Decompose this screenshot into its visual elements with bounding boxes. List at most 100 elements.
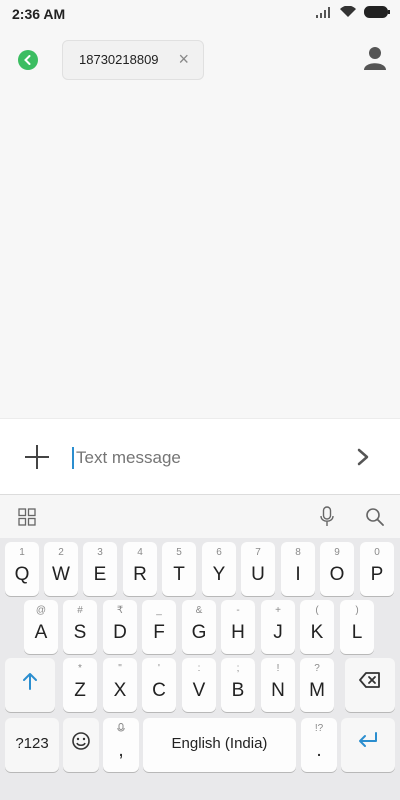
spacebar[interactable]: English (India) bbox=[143, 718, 296, 772]
key-label: Q bbox=[14, 564, 30, 585]
key-hint: & bbox=[195, 605, 203, 616]
attach-plus-icon[interactable] bbox=[25, 445, 49, 469]
key-hint: 9 bbox=[334, 547, 340, 558]
key-hint: ; bbox=[236, 663, 240, 674]
grid-icon[interactable] bbox=[14, 504, 40, 530]
key-w[interactable]: 2W bbox=[44, 542, 78, 596]
key-label: , bbox=[118, 740, 124, 761]
key-label: G bbox=[191, 622, 207, 643]
key-label: J bbox=[273, 622, 283, 643]
key-label: U bbox=[251, 564, 265, 585]
key-label: V bbox=[192, 680, 206, 701]
key-hint: ? bbox=[314, 663, 320, 674]
key-hint: ' bbox=[158, 663, 160, 674]
recipient-chip[interactable]: 18730218809 × bbox=[62, 40, 204, 80]
key-hint: : bbox=[197, 663, 201, 674]
key-hint: @ bbox=[35, 605, 47, 616]
period-key[interactable]: !? . bbox=[301, 718, 337, 772]
message-composer bbox=[0, 418, 400, 495]
key-m[interactable]: ? M bbox=[300, 658, 334, 712]
key-r[interactable]: 4R bbox=[123, 542, 157, 596]
key-label: T bbox=[173, 564, 185, 585]
key-label: L bbox=[351, 622, 363, 643]
key-label: Z bbox=[74, 680, 86, 701]
key-label: M bbox=[309, 680, 325, 701]
key-label: O bbox=[329, 564, 345, 585]
key-a[interactable]: @ A bbox=[24, 600, 58, 654]
key-l[interactable]: ) L bbox=[340, 600, 374, 654]
key-label: R bbox=[133, 564, 147, 585]
status-bar: 2:36 AM bbox=[0, 0, 400, 30]
wifi-icon bbox=[340, 6, 356, 17]
key-y[interactable]: 6Y bbox=[202, 542, 236, 596]
key-hint: ! bbox=[276, 663, 280, 674]
key-p[interactable]: 0P bbox=[360, 542, 394, 596]
text-cursor bbox=[72, 447, 74, 469]
key-label: H bbox=[231, 622, 245, 643]
send-chevron-icon[interactable] bbox=[356, 447, 370, 467]
symbols-label: ?123 bbox=[15, 735, 49, 752]
key-j[interactable]: + J bbox=[261, 600, 295, 654]
key-t[interactable]: 5T bbox=[162, 542, 196, 596]
key-label: B bbox=[231, 680, 245, 701]
key-hint: 3 bbox=[97, 547, 103, 558]
shift-arrow-icon bbox=[5, 671, 55, 691]
enter-icon bbox=[341, 731, 395, 749]
key-o[interactable]: 9O bbox=[320, 542, 354, 596]
key-label: X bbox=[113, 680, 127, 701]
key-n[interactable]: ! N bbox=[261, 658, 295, 712]
key-h[interactable]: -H bbox=[221, 600, 255, 654]
symbols-key[interactable]: ?123 bbox=[5, 718, 59, 772]
key-label: K bbox=[310, 622, 324, 643]
back-button[interactable] bbox=[18, 50, 38, 70]
key-v[interactable]: :V bbox=[182, 658, 216, 712]
key-label: P bbox=[370, 564, 384, 585]
key-x[interactable]: " X bbox=[103, 658, 137, 712]
key-hint: ₹ bbox=[116, 605, 124, 616]
key-label: . bbox=[316, 740, 322, 761]
enter-key[interactable] bbox=[341, 718, 395, 772]
key-label: N bbox=[271, 680, 285, 701]
key-e[interactable]: 3E bbox=[83, 542, 117, 596]
key-q[interactable]: 1Q bbox=[5, 542, 39, 596]
chevron-left-icon bbox=[24, 55, 31, 65]
recipient-number: 18730218809 bbox=[79, 52, 159, 67]
key-label: D bbox=[113, 622, 127, 643]
key-hint: 7 bbox=[255, 547, 261, 558]
key-label: S bbox=[73, 622, 87, 643]
key-hint: 2 bbox=[58, 547, 64, 558]
battery-icon bbox=[364, 6, 390, 18]
remove-recipient-icon[interactable]: × bbox=[178, 50, 189, 68]
backspace-key[interactable] bbox=[345, 658, 395, 712]
contact-icon[interactable] bbox=[364, 46, 386, 70]
backspace-icon bbox=[345, 671, 395, 689]
key-label: C bbox=[152, 680, 166, 701]
key-k[interactable]: (K bbox=[300, 600, 334, 654]
emoji-key[interactable] bbox=[63, 718, 99, 772]
conversation-header: 18730218809 × bbox=[0, 30, 400, 90]
key-d[interactable]: ₹ D bbox=[103, 600, 137, 654]
key-hint: 4 bbox=[137, 547, 143, 558]
key-label: A bbox=[34, 622, 48, 643]
key-c[interactable]: ' C bbox=[142, 658, 176, 712]
message-input[interactable] bbox=[76, 447, 336, 469]
key-label: W bbox=[52, 564, 70, 585]
key-hint: 6 bbox=[216, 547, 222, 558]
key-label: F bbox=[153, 622, 165, 643]
search-icon[interactable] bbox=[362, 504, 388, 530]
mic-icon[interactable] bbox=[314, 504, 340, 530]
key-s[interactable]: # S bbox=[63, 600, 97, 654]
spacebar-label: English (India) bbox=[171, 735, 268, 752]
status-icons bbox=[316, 6, 390, 18]
message-list bbox=[0, 90, 400, 418]
comma-key[interactable]: , bbox=[103, 718, 139, 772]
key-f[interactable]: _ F bbox=[142, 600, 176, 654]
shift-key[interactable] bbox=[5, 658, 55, 712]
key-b[interactable]: ; B bbox=[221, 658, 255, 712]
key-g[interactable]: & G bbox=[182, 600, 216, 654]
key-i[interactable]: 8I bbox=[281, 542, 315, 596]
key-hint: 8 bbox=[295, 547, 301, 558]
emoji-icon bbox=[63, 731, 99, 751]
key-z[interactable]: * Z bbox=[63, 658, 97, 712]
key-u[interactable]: 7U bbox=[241, 542, 275, 596]
